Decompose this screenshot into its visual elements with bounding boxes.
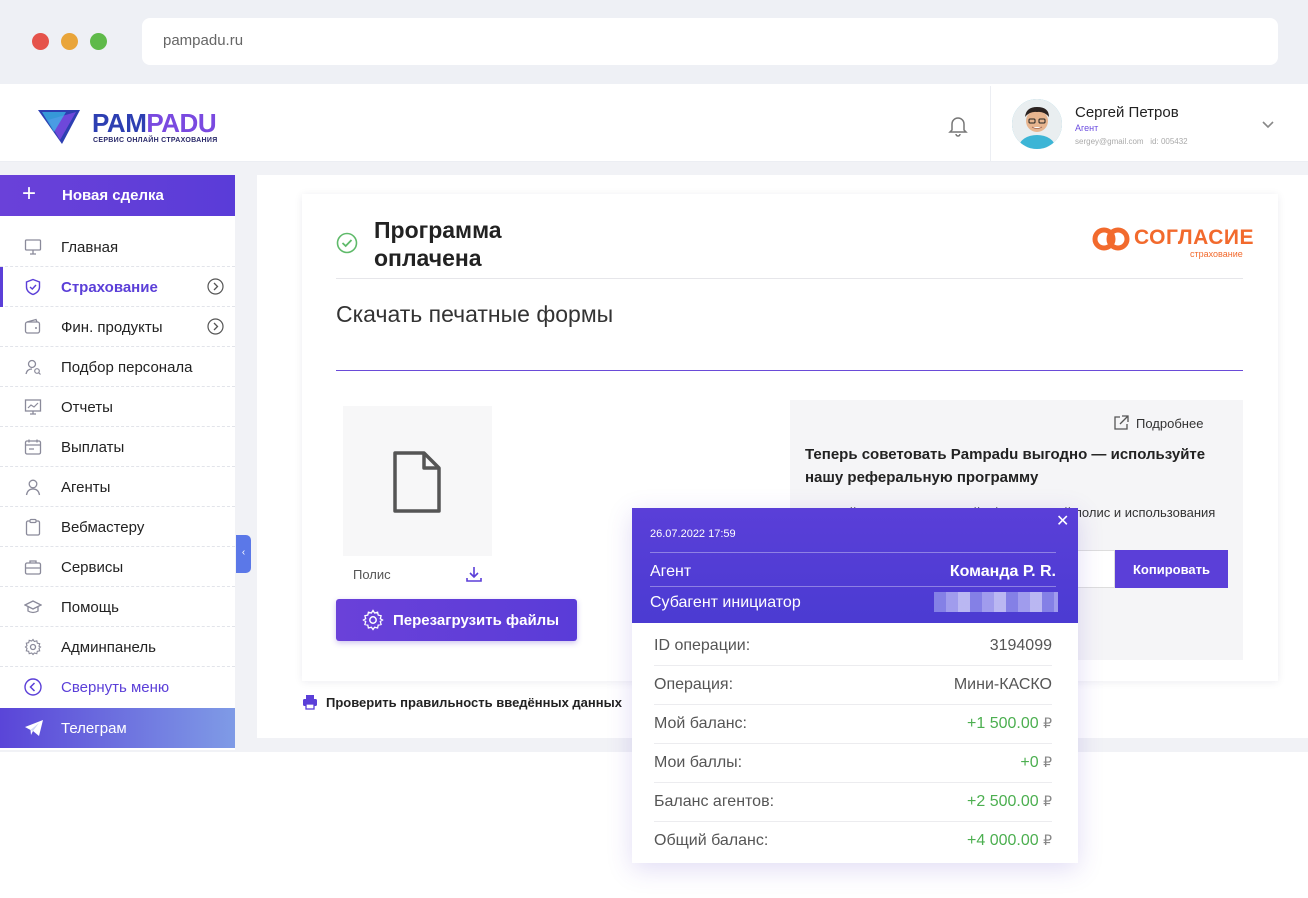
user-meta: sergey@gmail.com id: 005432 xyxy=(1075,137,1188,146)
sidebar-item-webmaster[interactable]: Вебмастеру xyxy=(0,507,235,547)
user-role: Агент xyxy=(1075,123,1099,133)
sidebar-item-services[interactable]: Сервисы xyxy=(0,547,235,587)
new-deal-button[interactable]: + Новая сделка xyxy=(0,175,235,216)
sidebar-item-admin[interactable]: Админпанель xyxy=(0,627,235,667)
user-name: Сергей Петров xyxy=(1075,104,1179,121)
logo-icon xyxy=(38,110,80,144)
bell-icon[interactable] xyxy=(946,113,970,137)
partner-logo: СОГЛАСИЕ страхование xyxy=(1092,224,1254,260)
operation-popup: 26.07.2022 17:59 ✕ Агент Команда Р. R. С… xyxy=(632,508,1078,863)
check-circle-icon xyxy=(336,232,358,254)
minimize-window-button[interactable] xyxy=(61,33,78,50)
monitor-icon xyxy=(24,239,42,255)
subagent-label: Субагент инициатор xyxy=(650,594,801,611)
table-row: Операция: Мини-КАСКО xyxy=(654,666,1052,705)
user-search-icon xyxy=(25,359,41,375)
sidebar-item-main[interactable]: Главная xyxy=(0,227,235,267)
table-row: Мои баллы: +0 ₽ xyxy=(654,744,1052,783)
pampadu-logo[interactable]: PAMPADU СЕРВИС ОНЛАЙН СТРАХОВАНИЯ xyxy=(36,104,236,148)
logo-subtitle: СЕРВИС ОНЛАЙН СТРАХОВАНИЯ xyxy=(93,137,218,144)
maximize-window-button[interactable] xyxy=(90,33,107,50)
sidebar-item-fin-products[interactable]: Фин. продукты xyxy=(0,307,235,347)
chart-icon xyxy=(24,399,42,415)
sidebar-item-agents[interactable]: Агенты xyxy=(0,467,235,507)
plus-icon: + xyxy=(22,180,37,207)
table-row: Общий баланс: +4 000.00 ₽ xyxy=(654,832,1052,849)
chevron-left-icon xyxy=(24,678,42,696)
briefcase-icon xyxy=(24,560,42,575)
table-row: Мой баланс: +1 500.00 ₽ xyxy=(654,705,1052,744)
clipboard-icon xyxy=(25,518,41,536)
agent-value: Команда Р. R. xyxy=(949,563,1056,580)
shield-icon xyxy=(25,278,41,296)
sidebar-item-reports[interactable]: Отчеты xyxy=(0,387,235,427)
file-card[interactable]: Полис xyxy=(343,406,492,592)
redacted-value xyxy=(934,592,1058,612)
chevron-down-icon[interactable] xyxy=(1260,116,1276,132)
gear-icon xyxy=(362,609,384,631)
download-title: Скачать печатные формы xyxy=(336,301,614,327)
download-icon[interactable] xyxy=(465,565,483,583)
graduation-icon xyxy=(24,600,42,614)
avatar[interactable] xyxy=(1012,99,1062,149)
logo-title: PAMPADU xyxy=(92,108,217,138)
close-window-button[interactable] xyxy=(32,33,49,50)
printer-icon xyxy=(303,695,317,710)
user-icon xyxy=(25,479,41,496)
document-icon xyxy=(393,451,441,513)
table-row: Баланс агентов: +2 500.00 ₽ xyxy=(654,783,1052,822)
browser-chrome: pampadu.ru xyxy=(0,0,1308,84)
address-bar[interactable]: pampadu.ru xyxy=(142,18,1278,65)
external-link-icon xyxy=(1114,415,1129,430)
sidebar-item-insurance[interactable]: Страхование xyxy=(0,267,235,307)
soglasie-logo-icon xyxy=(1092,227,1130,251)
popup-header: 26.07.2022 17:59 ✕ Агент Команда Р. R. С… xyxy=(632,508,1078,623)
copy-button[interactable]: Копировать xyxy=(1115,550,1228,588)
sidebar-toggle[interactable]: ‹ xyxy=(236,535,251,573)
sidebar-item-help[interactable]: Помощь xyxy=(0,587,235,627)
gear-icon xyxy=(24,638,42,656)
sidebar-item-payouts[interactable]: Выплаты xyxy=(0,427,235,467)
collapse-menu-button[interactable]: Свернуть меню xyxy=(0,667,235,707)
agent-label: Агент xyxy=(650,563,692,580)
chevron-right-icon xyxy=(207,318,224,335)
calendar-icon xyxy=(24,439,42,455)
table-row: ID операции: 3194099 xyxy=(654,627,1052,666)
reload-files-button[interactable]: Перезагрузить файлы xyxy=(336,599,577,641)
chevron-right-icon xyxy=(207,278,224,295)
referral-title: Теперь советовать Pampadu выгодно — испо… xyxy=(805,446,1206,486)
top-bar: PAMPADU СЕРВИС ОНЛАЙН СТРАХОВАНИЯ Сергей… xyxy=(0,86,1308,162)
sidebar: + Новая сделка Главная Страхование Фин. … xyxy=(0,175,235,750)
telegram-icon xyxy=(25,720,43,736)
telegram-button[interactable]: Телеграм xyxy=(0,708,235,748)
file-label: Полис xyxy=(353,567,391,582)
sidebar-item-hiring[interactable]: Подбор персонала xyxy=(0,347,235,387)
more-link[interactable]: Подробнее xyxy=(1114,415,1203,431)
close-icon[interactable]: ✕ xyxy=(1056,511,1069,531)
status-title: Программа оплачена xyxy=(374,217,502,271)
wallet-icon xyxy=(24,318,41,334)
popup-date: 26.07.2022 17:59 xyxy=(650,528,736,540)
